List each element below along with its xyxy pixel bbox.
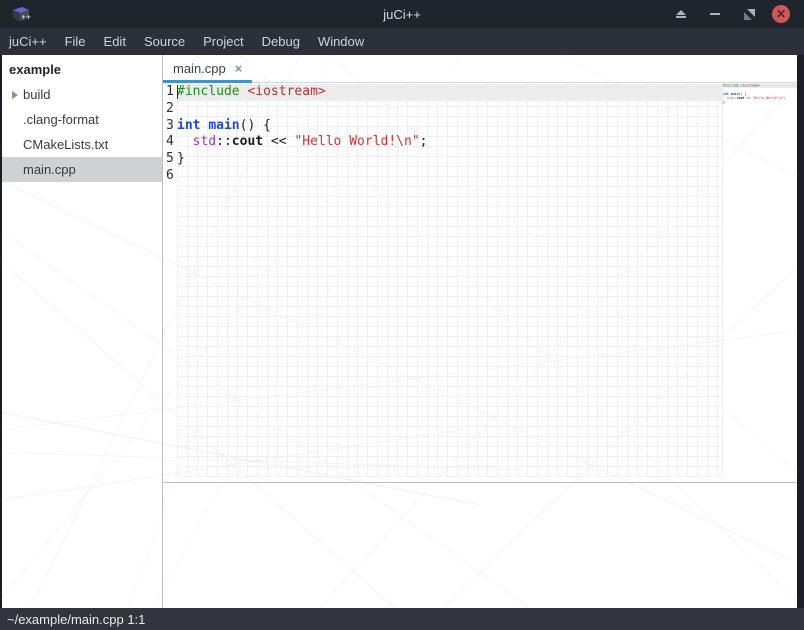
file-tree[interactable]: example build .clang-format CMakeLists.txt m… (2, 55, 162, 608)
close-icon: ✕ (776, 8, 786, 20)
line-number: 5 (163, 151, 177, 168)
restore-button[interactable] (738, 3, 760, 25)
code-line: 2 (163, 101, 722, 118)
tree-item--clang-format[interactable]: .clang-format (2, 107, 162, 132)
main-content: example build .clang-format CMakeLists.txt m… (0, 55, 804, 608)
menu-item-juci[interactable]: juCi++ (0, 28, 56, 55)
tree-item-main-cpp[interactable]: main.cpp (2, 157, 162, 182)
svg-text:++: ++ (21, 14, 31, 21)
code-line: 3int main() { (163, 118, 722, 135)
shade-button[interactable] (670, 3, 692, 25)
shade-icon (676, 10, 686, 18)
tree-item-label: CMakeLists.txt (23, 137, 108, 152)
tree-root[interactable]: example (2, 57, 162, 82)
line-content: int main() { (177, 118, 722, 135)
tree-item-cmakelists-txt[interactable]: CMakeLists.txt (2, 132, 162, 157)
minimap-content: #include <iostream> int main() { std::co… (723, 83, 797, 109)
tab-maincpp[interactable]: main.cpp × (163, 55, 252, 82)
window-right-border (797, 55, 804, 608)
line-content: std::cout << "Hello World!\n"; (177, 134, 722, 151)
line-content: } (177, 151, 722, 168)
editor-area[interactable]: 1#include <iostream>23int main() {4 std:… (163, 83, 797, 483)
restore-icon (744, 9, 755, 20)
app-window: ++ juCi++ ✕ juCi++FileEditSourceProjectD… (0, 0, 804, 630)
menu-item-file[interactable]: File (56, 28, 95, 55)
text-cursor (177, 85, 178, 99)
window-left-border (0, 55, 2, 608)
minimize-button[interactable] (704, 3, 726, 25)
code-line: 6 (163, 168, 722, 185)
menu-item-project[interactable]: Project (194, 28, 252, 55)
menu-item-debug[interactable]: Debug (253, 28, 309, 55)
tree-item-label: build (23, 87, 50, 102)
line-number: 4 (163, 134, 177, 151)
code-line: 4 std::cout << "Hello World!\n"; (163, 134, 722, 151)
line-number: 3 (163, 118, 177, 135)
tree-item-build[interactable]: build (2, 82, 162, 107)
close-button[interactable]: ✕ (772, 5, 790, 23)
window-controls: ✕ (670, 3, 794, 25)
line-content: #include <iostream> (177, 84, 722, 101)
status-text: ~/example/main.cpp 1:1 (7, 612, 145, 627)
tree-item-label: main.cpp (23, 162, 76, 177)
code-line: 5} (163, 151, 722, 168)
menu-item-source[interactable]: Source (135, 28, 194, 55)
editor-column: main.cpp × 1#include <iostream>23int mai… (163, 55, 797, 608)
line-number: 2 (163, 101, 177, 118)
menubar: juCi++FileEditSourceProjectDebugWindow (0, 28, 804, 55)
tab-close-icon[interactable]: × (235, 62, 243, 75)
minimap-line (723, 104, 797, 108)
minimap[interactable]: #include <iostream> int main() { std::co… (722, 83, 797, 477)
line-number: 1 (163, 84, 177, 101)
titlebar[interactable]: ++ juCi++ ✕ (0, 0, 804, 28)
statusbar: ~/example/main.cpp 1:1 (0, 608, 804, 630)
menu-item-window[interactable]: Window (309, 28, 373, 55)
code-line: 1#include <iostream> (163, 84, 722, 101)
chevron-right-icon (12, 91, 18, 99)
tree-item-label: .clang-format (23, 112, 99, 127)
line-content (177, 101, 722, 118)
code-lines: 1#include <iostream>23int main() {4 std:… (163, 84, 722, 185)
app-logo-icon: ++ (10, 4, 32, 24)
minimize-icon (710, 13, 720, 15)
tabbar: main.cpp × (163, 55, 797, 83)
output-pane[interactable] (163, 483, 797, 608)
expander-icon[interactable] (7, 91, 23, 99)
menu-item-edit[interactable]: Edit (95, 28, 135, 55)
line-content (177, 168, 722, 185)
line-number: 6 (163, 168, 177, 185)
tab-label: main.cpp (173, 61, 226, 76)
